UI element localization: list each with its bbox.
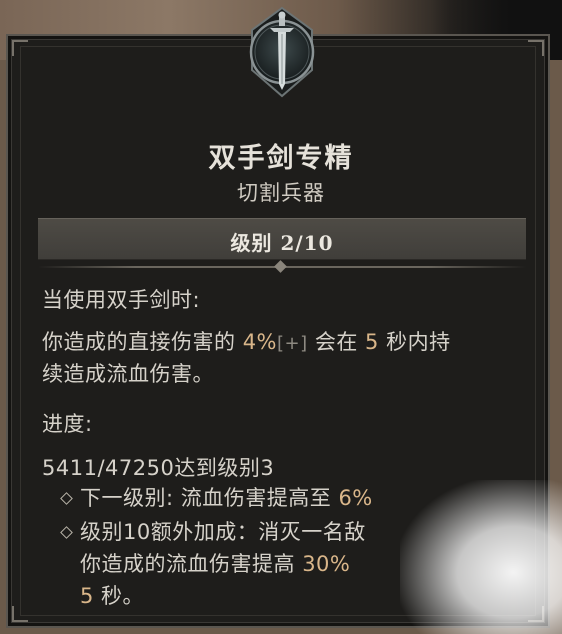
progress-label: 进度:: [42, 412, 93, 436]
desc-text: 秒内持: [378, 330, 451, 354]
bullet-seconds: 5: [80, 584, 94, 608]
rank-label: 级别 2/10: [230, 231, 334, 255]
description-line-1: 你造成的直接伤害的 4%[+] 会在 5 秒内持: [42, 326, 451, 356]
corner-ornament: [12, 606, 28, 622]
desc-text: 会在: [307, 330, 366, 354]
bullet-percent: 30%: [302, 552, 351, 576]
description-line-2: 续造成流血伤害。: [42, 362, 214, 386]
bullet-text: 秒。: [93, 584, 145, 608]
skill-category: 切割兵器: [237, 181, 325, 205]
bullet-text: 下一级别: 流血伤害提高至: [80, 486, 339, 510]
corner-ornament: [12, 40, 28, 56]
corner-ornament: [528, 40, 544, 56]
rank-banner: 级别 2/10: [38, 218, 526, 260]
skill-title: 双手剑专精: [208, 143, 354, 174]
rank10-bonus-line-1: 级别10额外加成：消灭一名敌: [80, 520, 366, 544]
condition-text: 当使用双手剑时:: [42, 288, 201, 312]
bullet-percent: 6%: [338, 486, 373, 510]
sword-emblem-icon: [249, 6, 315, 98]
desc-plus-toggle[interactable]: [+]: [277, 333, 308, 354]
desc-text: 你造成的直接伤害的: [42, 330, 243, 354]
desc-percent: 4%: [242, 330, 278, 354]
rank10-bonus-line-3: 5 秒。: [80, 580, 144, 610]
rank10-bonus-line-2: 你造成的流血伤害提高 30%: [80, 548, 350, 578]
next-rank-bonus: 下一级别: 流血伤害提高至 6%: [80, 482, 373, 512]
desc-seconds: 5: [365, 330, 379, 354]
watermark-overlay: [400, 480, 562, 634]
bullet-text: 你造成的流血伤害提高: [80, 552, 303, 576]
progress-value: 5411/47250达到级别3: [42, 456, 275, 480]
